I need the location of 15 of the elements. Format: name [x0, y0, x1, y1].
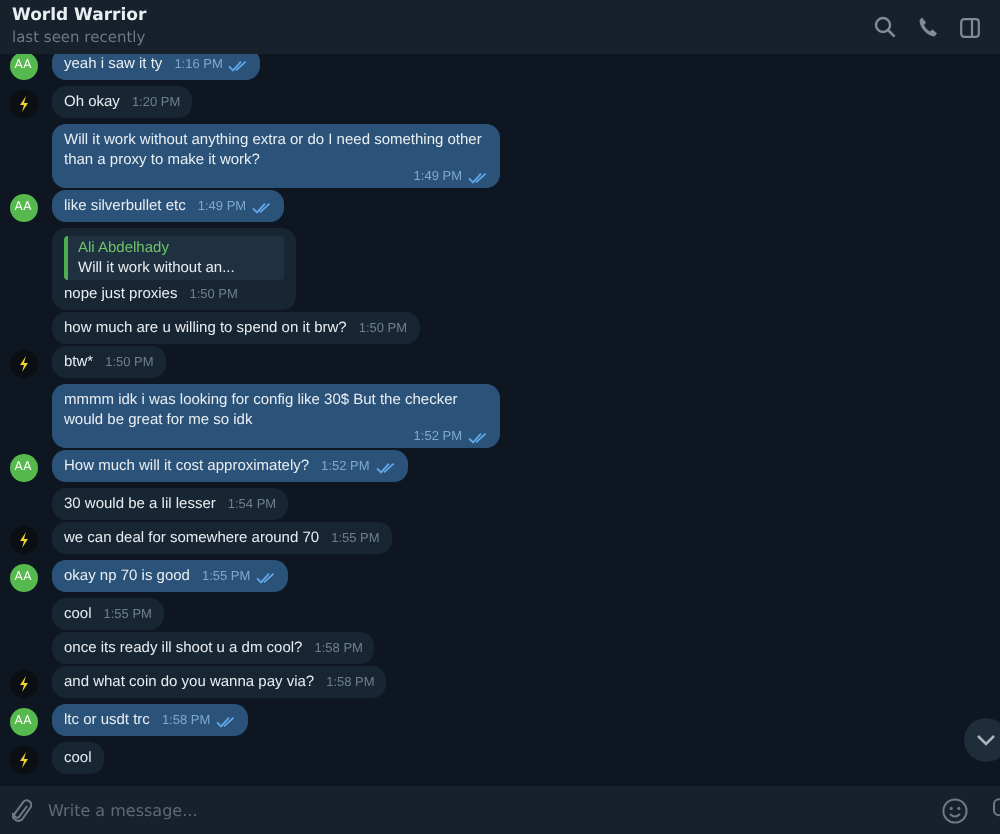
phone-icon[interactable]: [918, 16, 938, 38]
lightning-avatar-icon[interactable]: [9, 526, 37, 554]
chevron-down-icon: [976, 734, 996, 746]
sidebar-toggle-icon[interactable]: [960, 17, 980, 37]
paperclip-icon[interactable]: [12, 797, 32, 823]
lightning-avatar-icon[interactable]: [9, 746, 37, 774]
chat-title: World Warrior: [12, 6, 147, 28]
lightning-avatar-icon[interactable]: [9, 350, 37, 378]
lightning-avatar-icon[interactable]: [9, 90, 37, 118]
message-composer[interactable]: Write a message...: [0, 786, 1000, 834]
scroll-down-button[interactable]: [964, 718, 1000, 762]
search-icon[interactable]: [874, 16, 896, 38]
emoji-icon[interactable]: [942, 797, 968, 823]
message-input[interactable]: Write a message...: [48, 801, 926, 819]
lightning-avatar-icon[interactable]: [9, 670, 37, 698]
